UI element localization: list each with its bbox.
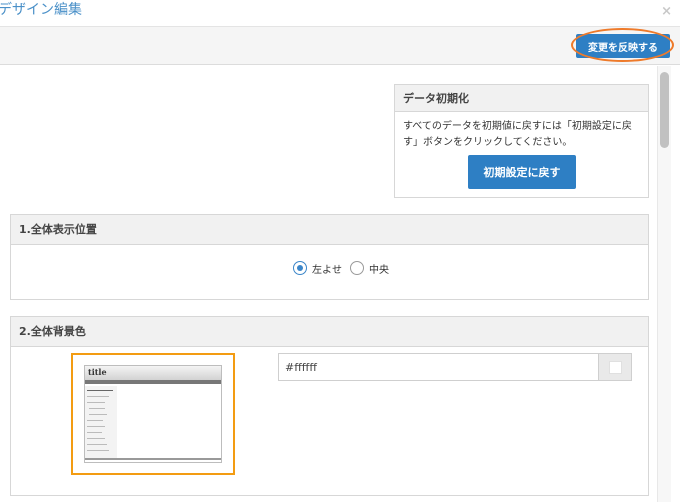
- preview-title: title: [88, 367, 107, 377]
- close-icon[interactable]: ×: [661, 4, 672, 19]
- preview-menu-line: [87, 438, 105, 439]
- radio-center[interactable]: [350, 261, 364, 275]
- preview-menu-line: [87, 420, 103, 421]
- dialog-titlebar: デザイン編集 ×: [0, 0, 680, 27]
- preview-menu-line: [87, 450, 109, 451]
- color-picker-button[interactable]: [598, 353, 632, 381]
- data-reset-panel: データ初期化 すべてのデータを初期値に戻すには「初期設定に戻す」ボタンをクリック…: [394, 84, 649, 198]
- preview-menu-line: [87, 396, 109, 397]
- preview-menu-line: [87, 390, 113, 391]
- reset-panel-description: すべてのデータを初期値に戻すには「初期設定に戻す」ボタンをクリックしてください。: [403, 121, 632, 148]
- vertical-scrollbar[interactable]: [657, 66, 671, 502]
- background-color-input[interactable]: [278, 353, 598, 381]
- reset-defaults-button[interactable]: 初期設定に戻す: [468, 155, 576, 189]
- background-section-heading: 2.全体背景色: [11, 317, 648, 347]
- preview-menu-line: [89, 408, 105, 409]
- preview-sidebar: [85, 386, 117, 458]
- preview-menu-line: [87, 432, 102, 433]
- reset-panel-heading: データ初期化: [395, 85, 648, 112]
- background-color-section: 2.全体背景色 title: [10, 316, 649, 496]
- position-section-heading: 1.全体表示位置: [11, 215, 648, 245]
- preview-page-image: title: [84, 365, 222, 463]
- preview-footer: [85, 458, 221, 460]
- preview-menu-line: [87, 402, 105, 403]
- apply-changes-button[interactable]: 変更を反映する: [576, 34, 670, 58]
- position-radio-group: 左よせ 中央: [293, 260, 397, 276]
- scrollbar-thumb[interactable]: [660, 72, 669, 148]
- preview-menu-line: [89, 414, 107, 415]
- radio-center-label[interactable]: 中央: [369, 261, 389, 276]
- dialog-title: デザイン編集: [0, 2, 82, 18]
- position-section: 1.全体表示位置 左よせ 中央: [10, 214, 649, 300]
- preview-header: title: [85, 366, 221, 380]
- radio-left-align-label[interactable]: 左よせ: [312, 261, 342, 276]
- layout-preview-thumbnail[interactable]: title: [71, 353, 235, 475]
- preview-nav-bar: [85, 380, 221, 384]
- preview-menu-line: [87, 444, 107, 445]
- radio-left-align[interactable]: [293, 261, 307, 275]
- color-swatch: [609, 361, 622, 374]
- preview-menu-line: [87, 426, 105, 427]
